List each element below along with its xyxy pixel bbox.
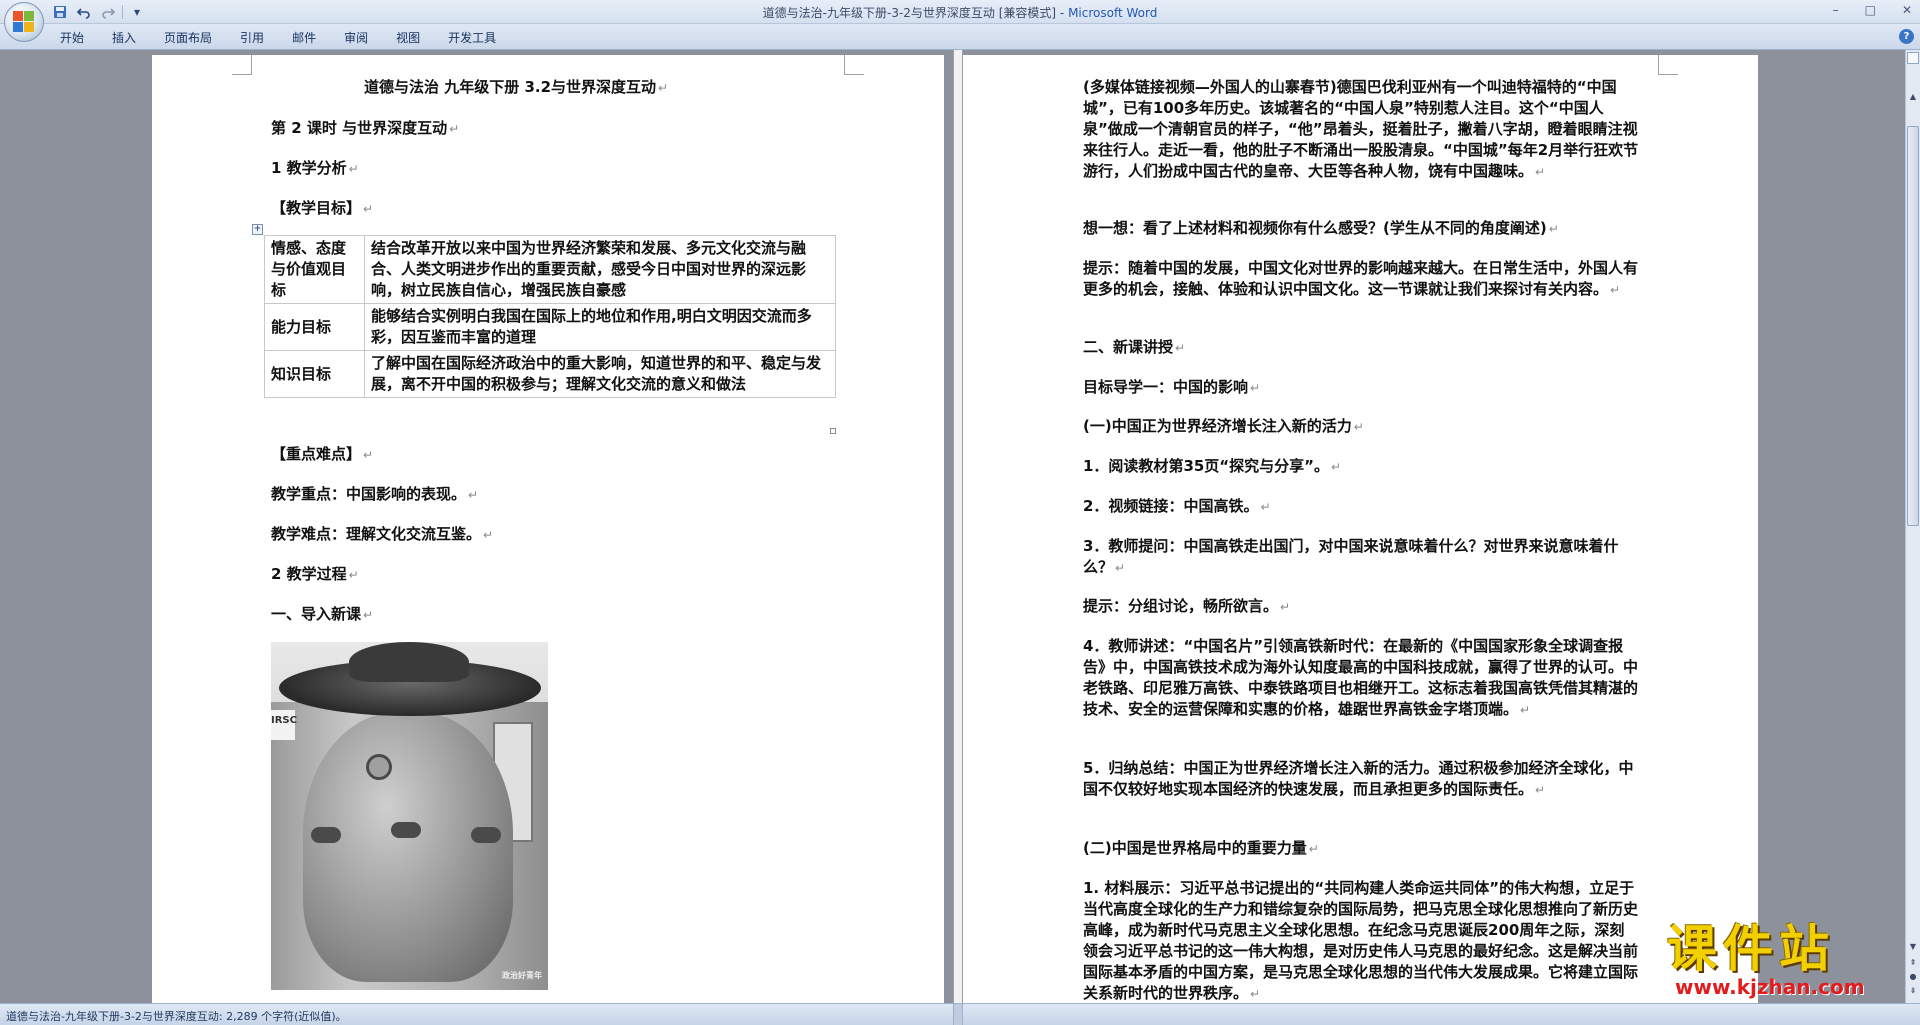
body-paragraph: 1．阅读教材第35页“探究与分享”。 ↵: [1083, 457, 1342, 475]
scroll-up-icon[interactable]: ▲: [1906, 90, 1920, 104]
fountain-spout: [311, 827, 341, 843]
table-row: 情感、态度与价值观目标 结合改革开放以来中国为世界经济繁荣和发展、多元文化交流与…: [264, 235, 836, 304]
help-icon[interactable]: ?: [1899, 29, 1914, 44]
fountain-hat-top: [349, 642, 469, 682]
tab-references[interactable]: 引用: [226, 29, 278, 47]
body-paragraph: 提示：随着中国的发展，中国文化对世界的影响越来越大。在日常生活中，外国人有更多的…: [1083, 259, 1639, 298]
maximize-button[interactable]: □: [1865, 3, 1876, 17]
fountain-eye: [366, 754, 392, 780]
watermark-text: 课件站: [1667, 920, 1835, 978]
tab-mailings[interactable]: 邮件: [278, 29, 330, 47]
table-cell[interactable]: 能力目标: [264, 303, 365, 351]
table-cell[interactable]: 结合改革开放以来中国为世界经济繁荣和发展、多元文化交流与融合、人类文明进步作出的…: [364, 235, 836, 304]
status-bar: 道德与法治-九年级下册-3-2与世界深度互动: 2,289 个字符(近似值)。: [0, 1003, 1920, 1025]
body-paragraph: 3．教师提问：中国高铁走出国门，对中国来说意味着什么？对世界来说意味着什么？ ↵: [1083, 537, 1619, 576]
select-browse-object-icon[interactable]: ●: [1906, 970, 1920, 984]
document-page-left[interactable]: 道德与法治 九年级下册 3.2与世界深度互动 ↵ 第 2 课时 与世界深度互动 ↵ …: [152, 55, 944, 1003]
body-paragraph: 4．教师讲述：“中国名片”引领高铁新时代：在最新的《中国国家形象全球调查报告》中…: [1083, 637, 1639, 718]
tab-view[interactable]: 视图: [382, 29, 434, 47]
fountain-pot: [303, 712, 513, 982]
tab-developer[interactable]: 开发工具: [434, 29, 510, 47]
objectives-table: 情感、态度与价值观目标 结合改革开放以来中国为世界经济繁荣和发展、多元文化交流与…: [264, 235, 836, 398]
section-heading: 2 教学过程 ↵: [271, 565, 359, 583]
scroll-thumb[interactable]: [1907, 126, 1919, 526]
body-paragraph: 2．视频链接：中国高铁。 ↵: [1083, 497, 1271, 515]
tab-home[interactable]: 开始: [60, 29, 98, 47]
site-watermark-logo: 课件站 www.kjzhan.com: [1667, 921, 1907, 999]
fountain-spout: [471, 827, 501, 843]
section-heading: 1 教学分析 ↵: [271, 159, 359, 177]
watermark-url: www.kjzhan.com: [1675, 975, 1865, 999]
tab-page-layout[interactable]: 页面布局: [150, 29, 226, 47]
next-page-icon[interactable]: ⇟: [1906, 984, 1920, 998]
doc-title: 道德与法治 九年级下册 3.2与世界深度互动 ↵: [364, 78, 669, 96]
photo-watermark: 政治好青年: [502, 971, 542, 980]
difficulty-point: 教学难点：理解文化交流互鉴。 ↵: [271, 525, 494, 543]
lesson-heading: 第 2 课时 与世界深度互动 ↵: [271, 119, 460, 137]
margin-corner: [1658, 55, 1678, 75]
minimize-button[interactable]: –: [1833, 3, 1839, 17]
table-cell[interactable]: 了解中国在国际经济政治中的重大影响，知道世界的和平、稳定与发展，离不开中国的积极…: [364, 350, 836, 398]
tab-review[interactable]: 审阅: [330, 29, 382, 47]
office-logo-icon: [13, 11, 35, 33]
body-paragraph: 提示：分组讨论，畅所欲言。 ↵: [1083, 597, 1291, 615]
body-paragraph: 1. 材料展示：习近平总书记提出的“共同构建人类命运共同体”的伟大构想，立足于当…: [1083, 879, 1639, 1002]
office-button[interactable]: [4, 2, 44, 42]
margin-corner: [232, 55, 252, 75]
scroll-down-icon[interactable]: ▼: [1906, 940, 1920, 954]
intro-heading: 一、导入新课 ↵: [271, 605, 374, 623]
close-button[interactable]: ✕: [1902, 3, 1912, 17]
window-title: 道德与法治-九年级下册-3-2与世界深度互动 [兼容模式] - Microsof…: [0, 4, 1920, 21]
prev-page-icon[interactable]: ⇞: [1906, 956, 1920, 970]
body-paragraph: (一)中国正为世界经济增长注入新的活力 ↵: [1083, 417, 1364, 435]
fountain-spout: [391, 822, 421, 838]
body-paragraph: 二、新课讲授 ↵: [1083, 338, 1186, 356]
ribbon-tabs: 开始 插入 页面布局 引用 邮件 审阅 视图 开发工具: [60, 29, 510, 47]
objectives-heading: 【教学目标】 ↵: [271, 199, 374, 217]
table-move-handle[interactable]: +: [252, 224, 263, 235]
app-name: Microsoft Word: [1068, 6, 1158, 20]
page-split: [953, 50, 963, 1003]
table-row: 知识目标 了解中国在国际经济政治中的重大影响，知道世界的和平、稳定与发展，离不开…: [264, 350, 836, 398]
key-heading: 【重点难点】 ↵: [271, 445, 374, 463]
body-paragraph: 想一想：看了上述材料和视频你有什么感受？(学生从不同的角度阐述) ↵: [1083, 219, 1559, 237]
table-cell[interactable]: 知识目标: [264, 350, 365, 398]
key-point: 教学重点：中国影响的表现。 ↵: [271, 485, 479, 503]
fountain-photo[interactable]: IRSC 政治好青年: [271, 642, 548, 990]
vertical-scrollbar[interactable]: ▲ ▼ ⇞ ● ⇟: [1905, 50, 1920, 1003]
body-paragraph: (二)中国是世界格局中的重要力量 ↵: [1083, 839, 1319, 857]
margin-corner: [844, 55, 864, 75]
status-text: 道德与法治-九年级下册-3-2与世界深度互动: 2,289 个字符(近似值)。: [6, 1010, 347, 1023]
table-row: 能力目标 能够结合实例明白我国在国际上的地位和作用,明白文明因交流而多彩，因互鉴…: [264, 303, 836, 351]
table-cell[interactable]: 情感、态度与价值观目标: [264, 235, 365, 304]
document-name: 道德与法治-九年级下册-3-2与世界深度互动 [兼容模式] -: [762, 6, 1069, 20]
body-paragraph: 目标导学一：中国的影响 ↵: [1083, 378, 1261, 396]
table-resize-handle[interactable]: [830, 428, 836, 434]
document-page-right[interactable]: (多媒体链接视频—外国人的山寨春节)德国巴伐利亚州有一个叫迪特福特的“中国城”，…: [962, 55, 1758, 1003]
table-cell[interactable]: 能够结合实例明白我国在国际上的地位和作用,明白文明因交流而多彩，因互鉴而丰富的道…: [364, 303, 836, 351]
body-paragraph: 5．归纳总结：中国正为世界经济增长注入新的活力。通过积极参加经济全球化，中国不仅…: [1083, 759, 1634, 798]
ruler-toggle-icon[interactable]: [1907, 52, 1919, 64]
window-controls: – □ ✕: [1833, 3, 1912, 17]
status-divider: [953, 1004, 963, 1025]
body-paragraph: (多媒体链接视频—外国人的山寨春节)德国巴伐利亚州有一个叫迪特福特的“中国城”，…: [1083, 78, 1639, 180]
title-bar: ▾ 道德与法治-九年级下册-3-2与世界深度互动 [兼容模式] - Micros…: [0, 0, 1920, 24]
photo-sign: IRSC: [271, 710, 297, 740]
ribbon: 开始 插入 页面布局 引用 邮件 审阅 视图 开发工具 ?: [0, 24, 1920, 50]
tab-insert[interactable]: 插入: [98, 29, 150, 47]
